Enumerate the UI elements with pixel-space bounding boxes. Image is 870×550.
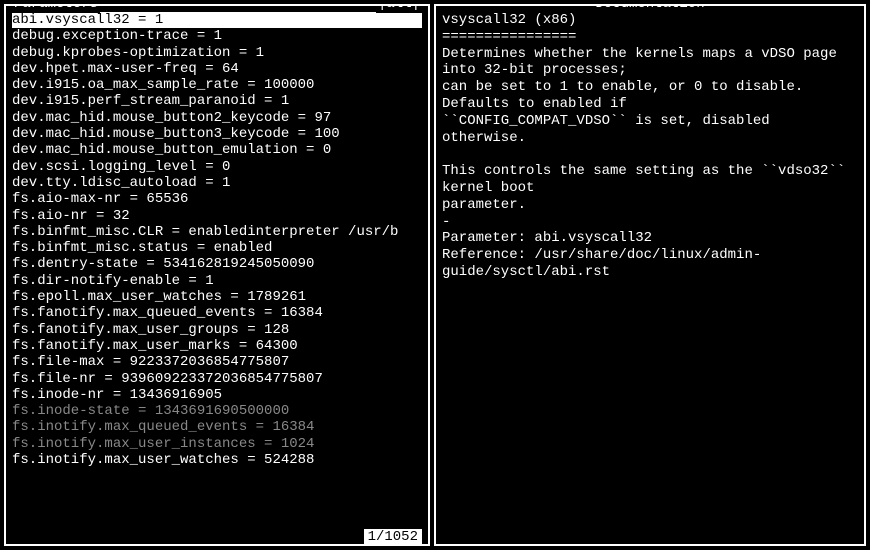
- parameter-row[interactable]: fs.epoll.max_user_watches = 1789261: [12, 289, 422, 305]
- parameter-row[interactable]: dev.tty.ldisc_autoload = 1: [12, 175, 422, 191]
- parameter-row[interactable]: fs.aio-max-nr = 65536: [12, 191, 422, 207]
- documentation-content: vsyscall32 (x86) ================ Determ…: [442, 12, 858, 281]
- parameter-row[interactable]: fs.binfmt_misc.status = enabled: [12, 240, 422, 256]
- parameter-row[interactable]: fs.file-max = 9223372036854775807: [12, 354, 422, 370]
- filter-indicator[interactable]: |all|: [376, 4, 422, 13]
- parameter-row[interactable]: dev.mac_hid.mouse_button3_keycode = 100: [12, 126, 422, 142]
- parameter-row[interactable]: dev.i915.oa_max_sample_rate = 100000: [12, 77, 422, 93]
- parameter-row[interactable]: dev.i915.perf_stream_paranoid = 1: [12, 93, 422, 109]
- parameter-list[interactable]: abi.vsyscall32 = 1debug.exception-trace …: [12, 12, 422, 542]
- parameter-row[interactable]: debug.exception-trace = 1: [12, 28, 422, 44]
- parameter-row[interactable]: fs.inode-state = 1343691690500000: [12, 403, 422, 419]
- parameter-row[interactable]: fs.file-nr = 939609223372036854775807: [12, 371, 422, 387]
- main-container: Parameters |all| abi.vsyscall32 = 1debug…: [0, 0, 870, 550]
- parameter-row[interactable]: fs.inotify.max_user_instances = 1024: [12, 436, 422, 452]
- parameter-row[interactable]: fs.fanotify.max_queued_events = 16384: [12, 305, 422, 321]
- parameter-row[interactable]: debug.kprobes-optimization = 1: [12, 45, 422, 61]
- parameter-row[interactable]: dev.mac_hid.mouse_button2_keycode = 97: [12, 110, 422, 126]
- parameter-row[interactable]: fs.inotify.max_queued_events = 16384: [12, 419, 422, 435]
- documentation-title: Documentation: [593, 4, 706, 13]
- parameter-row[interactable]: dev.hpet.max-user-freq = 64: [12, 61, 422, 77]
- parameter-row[interactable]: fs.dentry-state = 534162819245050090: [12, 256, 422, 272]
- parameters-panel: Parameters |all| abi.vsyscall32 = 1debug…: [4, 4, 430, 546]
- parameter-row[interactable]: fs.fanotify.max_user_marks = 64300: [12, 338, 422, 354]
- parameters-title: Parameters: [12, 4, 100, 13]
- documentation-panel: Documentation vsyscall32 (x86) =========…: [434, 4, 866, 546]
- parameter-row[interactable]: abi.vsyscall32 = 1: [12, 12, 422, 28]
- parameter-row[interactable]: fs.binfmt_misc.CLR = enabledinterpreter …: [12, 224, 422, 240]
- parameter-row[interactable]: dev.scsi.logging_level = 0: [12, 159, 422, 175]
- parameter-row[interactable]: fs.fanotify.max_user_groups = 128: [12, 322, 422, 338]
- parameter-row[interactable]: fs.dir-notify-enable = 1: [12, 273, 422, 289]
- parameter-row[interactable]: fs.inotify.max_user_watches = 524288: [12, 452, 422, 468]
- position-indicator: 1/1052: [364, 529, 422, 546]
- parameter-row[interactable]: fs.inode-nr = 13436916905: [12, 387, 422, 403]
- parameter-row[interactable]: fs.aio-nr = 32: [12, 208, 422, 224]
- parameter-row[interactable]: dev.mac_hid.mouse_button_emulation = 0: [12, 142, 422, 158]
